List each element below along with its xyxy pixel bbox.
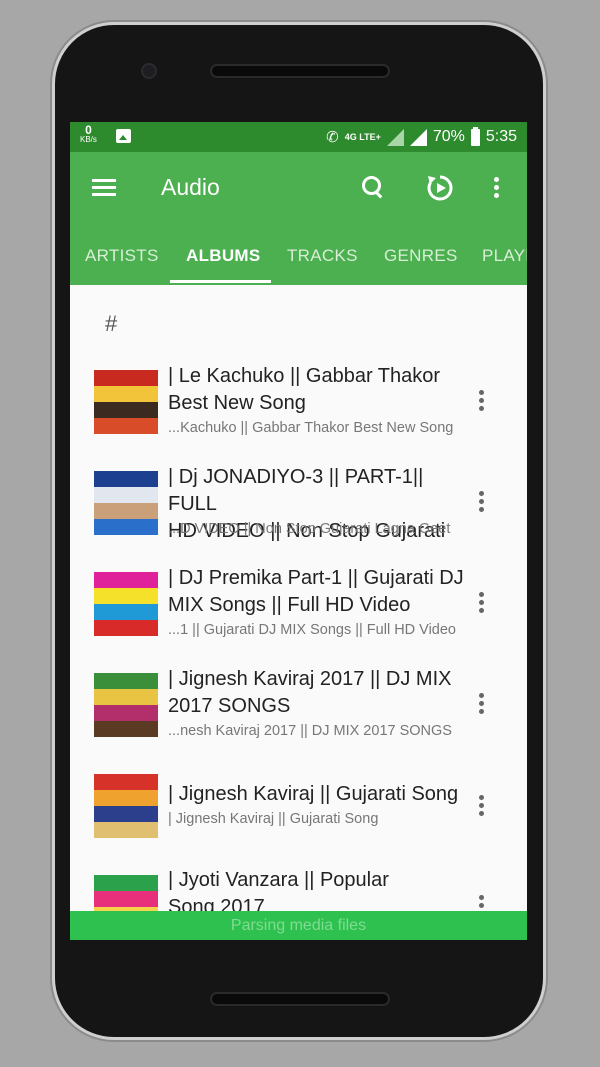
album-title: | DJ Premika Part-1 || Gujarati DJ MIX S… xyxy=(168,565,468,619)
thumbnail-band xyxy=(94,487,158,503)
thumbnail-band xyxy=(94,572,158,588)
thumbnail-band xyxy=(94,418,158,434)
album-subtitle: ...1 || Gujarati DJ MIX Songs || Full HD… xyxy=(168,622,456,638)
tab-albums[interactable]: ALBUMS xyxy=(186,246,261,266)
tab-playlists[interactable]: PLAYL xyxy=(482,246,527,266)
battery-percent: 70% xyxy=(432,128,465,145)
album-title: | Jignesh Kaviraj 2017 || DJ MIX 2017 SO… xyxy=(168,666,468,720)
network-type-label: 4G LTE+ xyxy=(344,132,381,142)
tab-bar: ARTISTS ALBUMS TRACKS GENRES PLAYL xyxy=(70,224,527,285)
thumbnail-band xyxy=(94,370,158,386)
album-title-line1: | Dj JONADIYO-3 || PART-1|| FULL xyxy=(168,466,424,515)
thumbnail-band xyxy=(94,471,158,487)
album-thumbnail xyxy=(94,572,158,636)
list-item[interactable]: | Jignesh Kaviraj 2017 || DJ MIX 2017 SO… xyxy=(70,663,527,763)
list-item[interactable]: | DJ Premika Part-1 || Gujarati DJ MIX S… xyxy=(70,562,527,662)
active-tab-indicator xyxy=(170,280,271,283)
thumbnail-band xyxy=(94,705,158,721)
thumbnail-band xyxy=(94,620,158,636)
thumbnail-band xyxy=(94,891,158,907)
album-thumbnail xyxy=(94,471,158,535)
album-thumbnail xyxy=(94,370,158,434)
list-item[interactable]: | Jignesh Kaviraj || Gujarati Song | Jig… xyxy=(70,764,527,864)
album-title-line1: | Jignesh Kaviraj || Gujarati Song xyxy=(168,783,459,805)
tab-artists[interactable]: ARTISTS xyxy=(85,246,159,266)
app-screen: 0 KB/s ✆ 4G LTE+ 70% 5:35 Audio ARTISTS … xyxy=(70,122,527,940)
page-title: Audio xyxy=(161,174,220,200)
front-camera xyxy=(141,63,157,79)
battery-icon xyxy=(470,126,480,146)
album-list: # | Le Kachuko || Gabbar Thakor Best New… xyxy=(70,285,527,940)
more-vert-icon[interactable] xyxy=(479,592,485,614)
album-title-line1: | Le Kachuko || Gabbar Thakor xyxy=(168,365,441,387)
album-title: | Le Kachuko || Gabbar Thakor Best New S… xyxy=(168,363,468,417)
more-vert-icon[interactable] xyxy=(479,795,485,817)
network-speed-unit: KB/s xyxy=(80,135,97,144)
tab-tracks[interactable]: TRACKS xyxy=(287,246,358,266)
thumbnail-band xyxy=(94,806,158,822)
album-title-line2: MIX Songs || Full HD Video xyxy=(168,594,411,616)
thumbnail-band xyxy=(94,402,158,418)
clock: 5:35 xyxy=(485,128,517,145)
menu-icon[interactable] xyxy=(92,179,116,197)
more-vert-icon[interactable] xyxy=(479,390,485,412)
album-subtitle: ...nesh Kaviraj 2017 || DJ MIX 2017 SONG… xyxy=(168,723,452,739)
more-vert-icon[interactable] xyxy=(494,177,500,199)
album-subtitle: ...Kachuko || Gabbar Thakor Best New Son… xyxy=(168,420,454,436)
more-vert-icon[interactable] xyxy=(479,693,485,715)
bottom-speaker xyxy=(210,992,390,1006)
signal-icon-2 xyxy=(409,128,427,146)
thumbnail-band xyxy=(94,673,158,689)
thumbnail-band xyxy=(94,588,158,604)
parsing-toast: Parsing media files xyxy=(70,911,527,940)
app-toolbar: Audio xyxy=(70,152,527,224)
network-speed: 0 KB/s xyxy=(80,123,97,145)
signal-icon-1 xyxy=(386,128,404,146)
call-icon: ✆ xyxy=(326,129,339,146)
thumbnail-band xyxy=(94,721,158,737)
thumbnail-band xyxy=(94,774,158,790)
thumbnail-band xyxy=(94,875,158,891)
album-thumbnail xyxy=(94,673,158,737)
list-item[interactable]: | Le Kachuko || Gabbar Thakor Best New S… xyxy=(70,360,527,460)
album-title-line1: | Jyoti Vanzara || Popular xyxy=(168,869,389,891)
album-subtitle: ...D VIDEO || Non Stop Gujarati Lagna Ge… xyxy=(168,521,451,537)
earpiece-speaker xyxy=(210,64,390,78)
network-speed-value: 0 xyxy=(85,123,92,137)
thumbnail-band xyxy=(94,689,158,705)
search-icon[interactable] xyxy=(362,176,384,198)
more-vert-icon[interactable] xyxy=(479,491,485,513)
album-thumbnail xyxy=(94,774,158,838)
thumbnail-band xyxy=(94,386,158,402)
album-title: | Jignesh Kaviraj || Gujarati Song xyxy=(168,781,468,808)
status-bar: 0 KB/s ✆ 4G LTE+ 70% 5:35 xyxy=(70,122,527,152)
thumbnail-band xyxy=(94,503,158,519)
thumbnail-band xyxy=(94,519,158,535)
album-subtitle: | Jignesh Kaviraj || Gujarati Song xyxy=(168,811,379,827)
image-notification-icon xyxy=(116,129,131,143)
section-header: # xyxy=(105,311,118,336)
thumbnail-band xyxy=(94,822,158,838)
refresh-play-icon[interactable] xyxy=(425,173,455,203)
tab-genres[interactable]: GENRES xyxy=(384,246,458,266)
album-title-line2: 2017 SONGS xyxy=(168,695,291,717)
status-right: ✆ 4G LTE+ 70% 5:35 xyxy=(326,122,517,152)
thumbnail-band xyxy=(94,604,158,620)
album-title-line1: | DJ Premika Part-1 || Gujarati DJ xyxy=(168,567,464,589)
album-title-line1: | Jignesh Kaviraj 2017 || DJ MIX xyxy=(168,668,452,690)
album-title-line2: Best New Song xyxy=(168,392,306,414)
thumbnail-band xyxy=(94,790,158,806)
list-item[interactable]: | Dj JONADIYO-3 || PART-1|| FULL HD VIDE… xyxy=(70,461,527,561)
